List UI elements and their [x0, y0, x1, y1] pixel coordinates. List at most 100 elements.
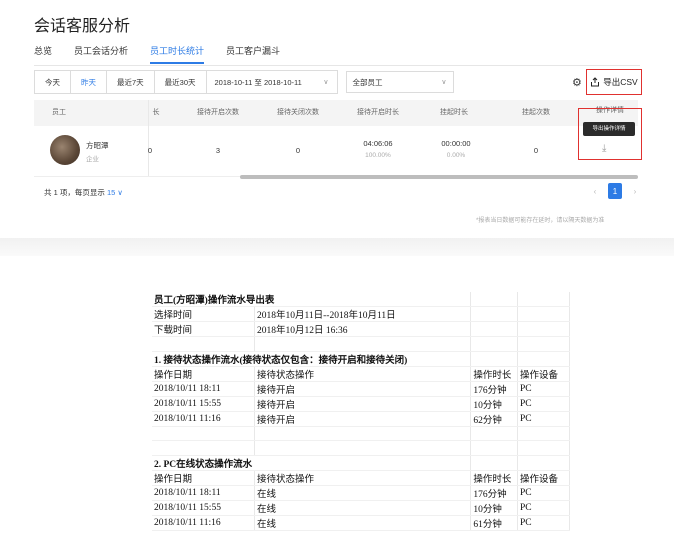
cell-device: PC	[517, 396, 571, 412]
filter-last30[interactable]: 最近30天	[154, 70, 207, 94]
cell-device: PC	[517, 515, 571, 531]
table-row: 2018/10/11 18:11 接待开启 176分钟 PC	[152, 381, 571, 397]
cell-op-duration: 176分钟	[470, 485, 518, 501]
date-range-value: 2018-10-11 至 2018-10-11	[214, 77, 302, 87]
cell-device: PC	[517, 381, 571, 397]
col-header-date: 操作日期	[152, 366, 255, 382]
table-row: 2018/10/11 11:16 在线 61分钟 PC	[152, 515, 571, 531]
download-time-value: 2018年10月12日 16:36	[254, 321, 472, 337]
staff-select[interactable]: 全部员工 ∨	[345, 71, 454, 93]
cell-op-duration: 10分钟	[470, 500, 518, 516]
section1-title: 1. 接待状态操作流水(接待状态仅包含：接待开启和接待关闭)	[152, 351, 472, 367]
section-divider	[0, 238, 674, 256]
next-page-button[interactable]: ›	[628, 183, 642, 199]
col-header-device: 操作设备	[517, 366, 571, 382]
tab-overview[interactable]: 总览	[34, 44, 52, 64]
select-time-value: 2018年10月11日--2018年10月11日	[254, 306, 472, 322]
col-header-hang-count[interactable]: 挂起次数	[506, 100, 566, 126]
cell-operation: 接待开启	[254, 381, 472, 397]
date-range-picker[interactable]: 2018-10-11 至 2018-10-11 ∨	[205, 70, 338, 94]
cell-hang-count: 0	[533, 146, 539, 155]
col-header-device: 操作设备	[517, 470, 571, 486]
page-size-select[interactable]: 15 ∨	[107, 188, 123, 197]
table-row: 2018/10/11 11:16 接待开启 62分钟 PC	[152, 411, 571, 427]
col-header-close-count[interactable]: 接待关闭次数	[266, 100, 330, 126]
col-header-op-duration: 操作时长	[470, 366, 518, 382]
tab-staff-duration[interactable]: 员工时长统计	[150, 44, 205, 64]
col-header-open-duration[interactable]: 接待开启时长	[346, 100, 410, 126]
col-header-staff: 员工	[52, 109, 66, 116]
cell-op-duration: 62分钟	[470, 411, 518, 427]
col-header-date: 操作日期	[152, 470, 255, 486]
cell-op-duration: 176分钟	[470, 381, 518, 397]
tab-bar: 总览 员工会话分析 员工时长统计 员工客户漏斗	[34, 44, 302, 64]
page-title: 会话客服分析	[34, 18, 131, 35]
section2-title: 2. PC在线状态操作流水	[152, 455, 472, 471]
data-delay-note: *报表当日数据可能存在延时，请以隔天数据为准	[476, 218, 605, 224]
current-page-button[interactable]: 1	[608, 183, 622, 199]
table-row: 2018/10/11 15:55 接待开启 10分钟 PC	[152, 396, 571, 412]
cell-date: 2018/10/11 11:16	[152, 411, 255, 427]
filter-today[interactable]: 今天	[34, 70, 71, 94]
cell-operation: 接待开启	[254, 396, 472, 412]
staff-name: 方昭潭	[86, 141, 109, 150]
cell-device: PC	[517, 411, 571, 427]
export-csv-label: 导出CSV	[603, 77, 638, 87]
page-size-value: 15	[106, 188, 116, 197]
cell-operation: 在线	[254, 515, 472, 531]
cell-operation: 接待开启	[254, 411, 472, 427]
cell-date: 2018/10/11 15:55	[152, 396, 255, 412]
export-spreadsheet: 员工(方昭潭)操作流水导出表 选择时间 2018年10月11日--2018年10…	[152, 292, 571, 531]
table-row: 2018/10/11 15:55 在线 10分钟 PC	[152, 500, 571, 516]
chevron-down-icon: ∨	[323, 79, 329, 86]
col-header-op-duration: 操作时长	[470, 470, 518, 486]
tab-divider	[34, 65, 640, 66]
col-header-duration[interactable]: 长	[146, 100, 166, 126]
pagination-summary: 共 1 项，每页显示 15 ∨	[44, 187, 123, 198]
cell-op-duration: 10分钟	[470, 396, 518, 412]
cell-open-duration: 04:06:06	[363, 139, 393, 148]
export-detail-tooltip: 导出操作详情	[583, 122, 635, 136]
filter-last7[interactable]: 最近7天	[107, 70, 155, 94]
cell-operation: 在线	[254, 500, 472, 516]
export-icon	[591, 77, 600, 87]
table-row: 2018/10/11 18:11 在线 176分钟 PC	[152, 485, 571, 501]
export-csv-button[interactable]: 导出CSV	[586, 69, 642, 95]
download-time-label: 下载时间	[152, 321, 255, 337]
cell-hang-duration: 00:00:00	[441, 139, 471, 148]
col-header-hang-duration[interactable]: 挂起时长	[424, 100, 484, 126]
cell-date: 2018/10/11 18:11	[152, 485, 255, 501]
cell-date: 2018/10/11 18:11	[152, 381, 255, 397]
cell-op-duration: 61分钟	[470, 515, 518, 531]
col-header-operation: 接待状态操作	[254, 470, 472, 486]
gear-icon[interactable]: ⚙	[572, 76, 582, 89]
table-row	[34, 126, 638, 177]
cell-hang-pct: 0.00%	[446, 152, 466, 159]
sheet-title: 员工(方昭潭)操作流水导出表	[152, 292, 472, 307]
cell-duration: 0	[147, 146, 153, 155]
pagination: ‹ 1 ›	[588, 183, 642, 199]
cell-open-count: 3	[215, 146, 221, 155]
cell-date: 2018/10/11 15:55	[152, 500, 255, 516]
filter-bar: 今天 昨天 最近7天 最近30天 2018-10-11 至 2018-10-11…	[34, 70, 454, 94]
total-label: 共 1 项，每页显示	[44, 188, 105, 197]
col-header-open-count[interactable]: 接待开启次数	[186, 100, 250, 126]
select-time-label: 选择时间	[152, 306, 255, 322]
cell-device: PC	[517, 485, 571, 501]
filter-yesterday[interactable]: 昨天	[71, 70, 107, 94]
cell-date: 2018/10/11 11:16	[152, 515, 255, 531]
staff-select-value: 全部员工	[352, 77, 383, 87]
cell-device: PC	[517, 500, 571, 516]
horizontal-scrollbar[interactable]	[240, 175, 638, 179]
column-divider	[148, 100, 149, 176]
cell-close-count: 0	[295, 146, 301, 155]
avatar	[50, 135, 80, 165]
chevron-down-icon: ∨	[441, 79, 447, 86]
tab-staff-session[interactable]: 员工会话分析	[74, 44, 128, 64]
tab-staff-funnel[interactable]: 员工客户漏斗	[226, 44, 280, 64]
download-icon[interactable]: ⤓	[602, 143, 606, 154]
col-header-operation: 接待状态操作	[254, 366, 472, 382]
prev-page-button[interactable]: ‹	[588, 183, 602, 199]
staff-type: 企业	[86, 156, 99, 163]
cell-open-pct: 100.00%	[365, 152, 391, 159]
